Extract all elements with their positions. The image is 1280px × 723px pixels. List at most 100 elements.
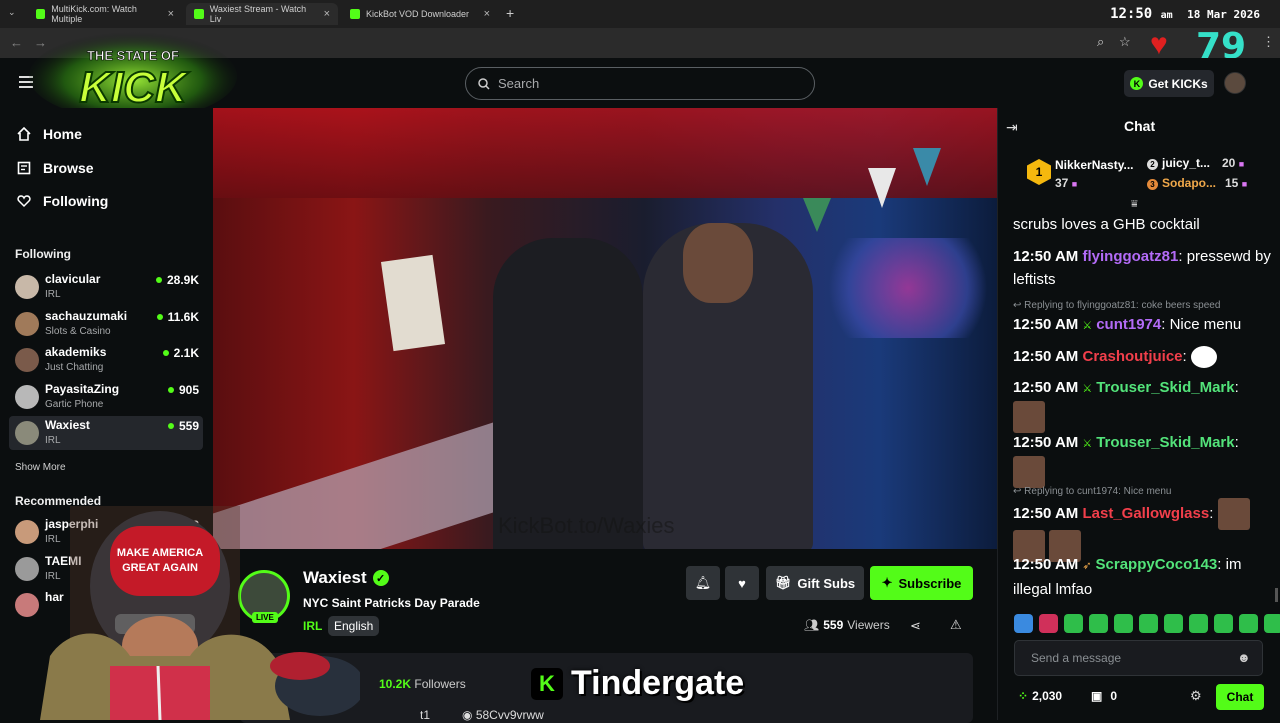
close-tab-icon[interactable]: × xyxy=(168,8,174,20)
get-kicks-button[interactable]: K Get KICKs xyxy=(1124,70,1214,97)
emote-green-6-icon[interactable] xyxy=(1239,614,1258,633)
kicks-coin-icon: K xyxy=(1130,77,1144,90)
chat-message: 12:50 AM flyinggoatz81: pressewd by left… xyxy=(1013,248,1271,288)
show-more-link[interactable]: Show More xyxy=(15,462,66,473)
emote-pepe-icon[interactable] xyxy=(1089,614,1108,633)
live-dot-icon xyxy=(167,387,174,393)
user-avatar[interactable] xyxy=(1224,72,1246,94)
face-emote-icon xyxy=(1217,498,1250,530)
avatar xyxy=(15,275,39,299)
leaderboard-expand-icon[interactable]: ⩸ xyxy=(1131,198,1138,211)
reply-reference[interactable]: ↩ Replying to cunt1974: Nice menu xyxy=(1013,486,1171,497)
chat-username[interactable]: cunt1974 xyxy=(1096,316,1161,333)
emote-green-2-icon[interactable] xyxy=(1139,614,1158,633)
follow-heart-button[interactable]: ♥ xyxy=(725,566,759,600)
avatar xyxy=(15,312,39,336)
live-dot-icon xyxy=(167,423,174,429)
close-tab-icon[interactable]: × xyxy=(324,8,330,20)
search-input[interactable]: Search xyxy=(465,67,815,100)
kick-logo-icon: K xyxy=(531,667,563,700)
video-player[interactable]: KickBot.to/Waxies xyxy=(213,108,997,549)
avatar xyxy=(15,385,39,409)
reply-reference[interactable]: ↩ Replying to flyinggoatz81: coke beers … xyxy=(1013,300,1220,311)
rocket-badge-icon: ➶ xyxy=(1082,560,1092,572)
chat-username[interactable]: Crashoutjuice xyxy=(1082,348,1182,365)
sidebar-nav-following[interactable]: Following xyxy=(17,193,108,209)
logo-subtitle: THE STATE OF xyxy=(87,48,179,63)
chat-message: 12:50 AM Crashoutjuice: xyxy=(1013,345,1271,369)
browser-tab-multikick[interactable]: MultiKick.com: Watch Multiple × xyxy=(28,3,182,25)
quick-emote-bar xyxy=(1014,614,1280,633)
avatar xyxy=(15,421,39,445)
emote-green-1-icon[interactable] xyxy=(1114,614,1133,633)
gift-count[interactable]: ▣ 0 xyxy=(1091,689,1117,703)
back-icon[interactable]: ← xyxy=(10,35,23,50)
emoji-picker-icon[interactable]: ☻ xyxy=(1237,650,1251,665)
sidebar-nav-browse[interactable]: Browse xyxy=(17,160,94,176)
chat-title: Chat xyxy=(1124,118,1156,134)
points-icon: ⁘ xyxy=(1018,689,1029,703)
sidebar-channel-akademiks[interactable]: akademiks Just Chatting 2.1K xyxy=(9,343,203,377)
sparkle-icon: ✦ xyxy=(881,575,893,590)
collapse-chat-icon[interactable]: ⇥ xyxy=(1006,119,1018,136)
gift-icon: 🎁︎ xyxy=(774,575,792,590)
rank-2-badge-icon: 2 xyxy=(1147,159,1158,170)
notification-bell-button[interactable]: 🔔︎ xyxy=(686,566,720,600)
chat-message: 12:50 AM ⚔ Trouser_Skid_Mark: xyxy=(1013,431,1271,488)
emote-green-7-icon[interactable] xyxy=(1264,614,1280,633)
chat-message-input[interactable]: Send a message xyxy=(1014,640,1263,676)
search-icon xyxy=(478,77,490,90)
sidebar-nav-home[interactable]: Home xyxy=(17,126,82,142)
live-dot-icon xyxy=(155,277,162,283)
zoom-icon[interactable]: ⌕ xyxy=(1097,34,1104,50)
gem-icon: ■ xyxy=(1238,159,1245,169)
subscribe-button[interactable]: ✦ Subscribe xyxy=(870,566,973,600)
video-watermark: KickBot.to/Waxies xyxy=(498,513,675,538)
browser-tab-kickbot[interactable]: KickBot VOD Downloader × xyxy=(342,3,498,25)
viewer-count: 👥︎ 559 Viewers xyxy=(804,618,890,632)
browser-tab-waxiest[interactable]: Waxiest Stream - Watch Liv × xyxy=(186,3,338,25)
chat-username[interactable]: Trouser_Skid_Mark xyxy=(1096,434,1234,451)
browse-icon xyxy=(17,161,31,175)
chat-message: 12:50 AM ➶ ScrappyCoco143: im illegal lmfa… xyxy=(1013,556,1242,598)
emote-green-4-icon[interactable] xyxy=(1189,614,1208,633)
clock: 12:50 am 18 Mar 2026 xyxy=(1110,6,1260,22)
sidebar-channel-payasitazing[interactable]: PayasitaZing Gartic Phone 905 xyxy=(9,380,203,414)
sidebar-channel-sachauzumaki[interactable]: sachauzumaki Slots & Casino 11.6K xyxy=(9,307,203,341)
sidebar-channel-waxiest[interactable]: Waxiest IRL 559 xyxy=(9,416,203,450)
emote-w-icon[interactable] xyxy=(1014,614,1033,633)
chat-username[interactable]: Last_Gallowglass xyxy=(1082,505,1209,522)
chat-username[interactable]: flyinggoatz81 xyxy=(1082,248,1178,265)
bookmark-star-icon[interactable]: ☆ xyxy=(1119,34,1131,50)
emote-frog-icon[interactable] xyxy=(1064,614,1083,633)
emote-green-5-icon[interactable] xyxy=(1214,614,1233,633)
channel-points[interactable]: ⁘ 2,030 xyxy=(1018,689,1062,703)
browser-menu-icon[interactable]: ⋮ xyxy=(1262,34,1275,50)
chat-scrollbar[interactable] xyxy=(1275,588,1278,602)
tab-list-chevron-icon[interactable]: ⌄ xyxy=(8,7,16,18)
tindergate-overlay: K Tindergate xyxy=(531,664,744,703)
close-tab-icon[interactable]: × xyxy=(484,8,490,20)
chat-send-button[interactable]: Chat xyxy=(1216,684,1264,710)
gift-subs-button[interactable]: 🎁︎ Gift Subs xyxy=(766,566,864,600)
face-emote-icon xyxy=(1013,401,1045,433)
leaderboard-entry-3[interactable]: 3 Sodapo... xyxy=(1147,176,1216,190)
leaderboard-entry-2[interactable]: 2 juicy_t... xyxy=(1147,156,1210,170)
hat-text-line1: MAKE AMERICA xyxy=(117,547,203,559)
person-hooded xyxy=(493,238,643,549)
report-warning-icon[interactable]: ⚠ xyxy=(950,617,962,633)
chat-settings-gear-icon[interactable]: ⚙ xyxy=(1190,688,1202,704)
new-tab-icon[interactable]: + xyxy=(506,5,514,21)
share-icon[interactable]: ⋖ xyxy=(910,618,921,634)
chat-username[interactable]: ScrappyCoco143 xyxy=(1096,556,1218,573)
sidebar-channel-clavicular[interactable]: clavicular IRL 28.9K xyxy=(9,270,203,304)
logo-title: KICK xyxy=(79,63,190,112)
avatar xyxy=(15,348,39,372)
leaderboard-entry-1[interactable]: NikkerNasty... xyxy=(1055,158,1134,172)
gift-box-icon: ▣ xyxy=(1091,689,1103,703)
users-icon: 👥︎ xyxy=(804,618,820,632)
verified-check-icon: ✓ xyxy=(372,570,389,586)
chat-username[interactable]: Trouser_Skid_Mark xyxy=(1096,379,1234,396)
emote-tinder-icon[interactable] xyxy=(1039,614,1058,633)
emote-green-3-icon[interactable] xyxy=(1164,614,1183,633)
